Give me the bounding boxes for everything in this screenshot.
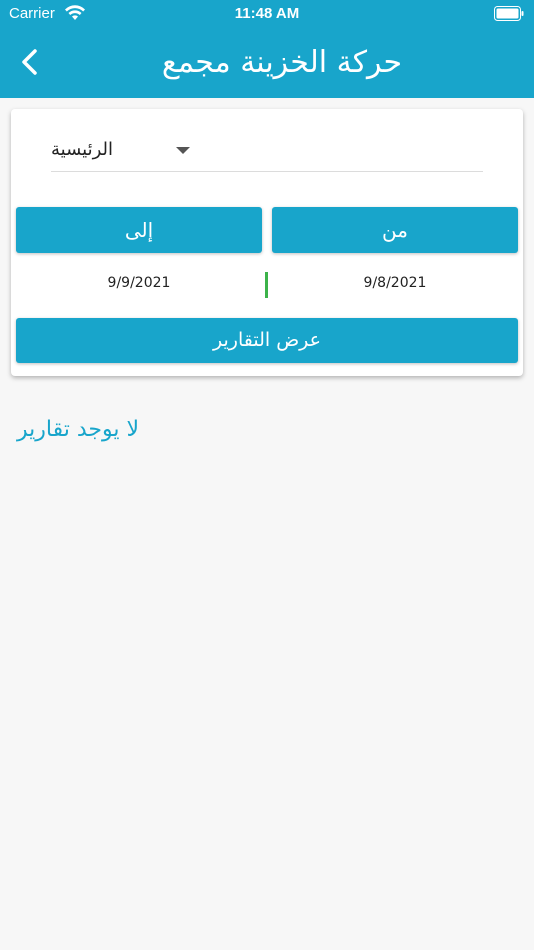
chevron-left-icon [22,49,37,75]
status-bar: Carrier 11:48 AM [0,0,534,28]
status-time: 11:48 AM [234,5,300,22]
page-title: حركة الخزينة مجمع [161,45,403,80]
battery-icon [494,6,524,21]
from-date-button[interactable]: من [272,207,518,253]
caret-down-icon [176,147,190,154]
filter-card: الرئيسية إلى من 9/9/2021 9/8/2021 عرض ال… [11,109,523,376]
treasury-selected-value: الرئيسية [51,139,113,160]
to-date-button[interactable]: إلى [16,207,262,253]
show-reports-button[interactable]: عرض التقارير [16,318,518,363]
no-reports-message: لا يوجد تقارير [17,417,140,442]
back-button[interactable] [10,42,50,82]
treasury-dropdown[interactable]: الرئيسية [51,129,483,172]
from-date-value[interactable]: 9/8/2021 [272,275,518,291]
to-date-value[interactable]: 9/9/2021 [16,275,262,291]
app-header: Carrier 11:48 AM حركة الخزينة مجمع [0,0,534,98]
date-divider [265,272,268,298]
